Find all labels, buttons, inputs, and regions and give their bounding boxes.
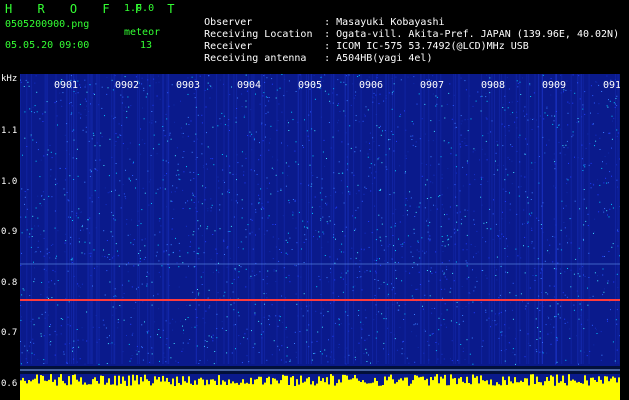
x-tick-label: 0905: [298, 80, 322, 91]
y-tick-label: 0.6: [1, 378, 18, 389]
info-row-antenna: Receiving antenna : A504HB(yagi 4el): [180, 42, 432, 75]
x-tick-label: 0910: [603, 80, 620, 91]
y-tick-label: 0.8: [1, 277, 18, 288]
header-panel: H R O F F T 1.0.0 0505200900.png meteor …: [0, 0, 629, 74]
x-tick-label: 0902: [115, 80, 139, 91]
y-tick-label: 0.9: [1, 227, 18, 237]
x-tick-label: 0904: [237, 80, 261, 91]
info-value: : A504HB(yagi 4el): [324, 53, 433, 64]
image-filename: 0505200900.png: [5, 19, 90, 30]
y-tick-label: 1.1: [1, 126, 18, 136]
event-label: meteor: [124, 27, 161, 38]
y-axis-unit: kHz: [1, 74, 18, 84]
x-tick-label: 0907: [420, 80, 444, 91]
app-version: 1.0.0: [124, 3, 155, 14]
event-count: 13: [140, 40, 153, 51]
x-tick-label: 0901: [54, 80, 78, 91]
x-tick-label: 0906: [359, 80, 383, 91]
x-tick-label: 0908: [481, 80, 505, 91]
y-tick-label: 1.0: [1, 176, 18, 187]
y-axis: 1.1 1.0 0.9 0.8 0.7 0.6: [0, 74, 20, 400]
datetime: 05.05.20 09:00: [5, 40, 90, 51]
spectrogram-view[interactable]: 0901 0902 0903 0904 0905 0906 0907 0908 0909 0910: [20, 74, 620, 400]
x-tick-label: 0909: [542, 80, 566, 91]
x-tick-label: 0903: [176, 80, 200, 91]
y-tick-label: 0.7: [1, 328, 18, 338]
info-label: Receiving antenna: [204, 53, 307, 64]
app-brand: H R O F F T: [5, 2, 184, 16]
